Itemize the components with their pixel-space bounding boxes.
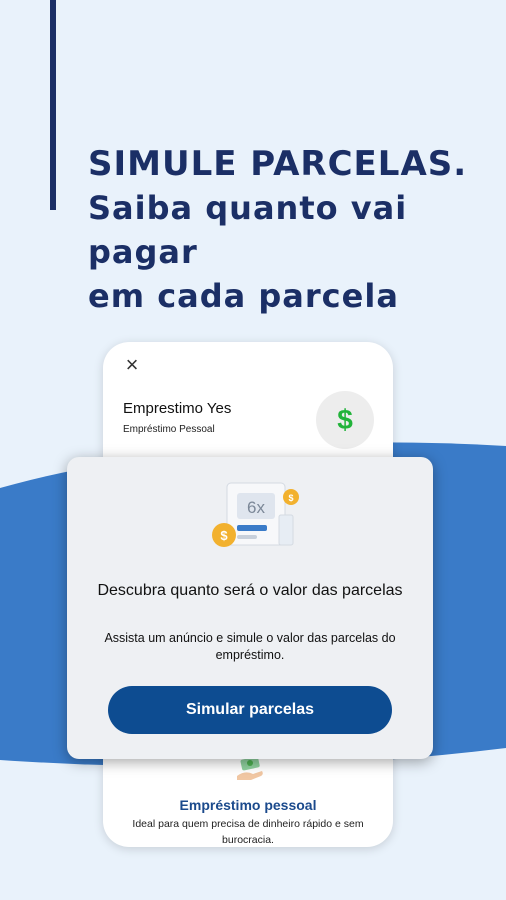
bottom-section-title: Empréstimo pessoal bbox=[179, 797, 317, 813]
money-hand-icon bbox=[237, 756, 263, 780]
modal-title: Descubra quanto será o valor das parcela… bbox=[97, 582, 403, 599]
simulation-modal: 6x $ $ Descubra quanto será o valor das … bbox=[67, 457, 433, 759]
bottom-section-description: Ideal para quem precisa de dinheiro rápi… bbox=[132, 818, 364, 846]
small-coin-dollar-label: $ bbox=[288, 493, 293, 503]
coin-dollar-label: $ bbox=[220, 528, 228, 543]
installments-illustration: 6x $ $ bbox=[212, 482, 299, 547]
loan-subtitle: Empréstimo Pessoal bbox=[123, 424, 215, 435]
dollar-icon: $ bbox=[337, 404, 353, 435]
installments-6x-label: 6x bbox=[247, 498, 265, 517]
modal-description: Assista um anúncio e simule o valor das … bbox=[104, 631, 396, 662]
simulate-installments-button[interactable]: Simular parcelas bbox=[108, 686, 392, 734]
dollar-badge: $ bbox=[316, 391, 374, 449]
loan-title: Emprestimo Yes bbox=[123, 400, 232, 417]
close-icon[interactable]: × bbox=[121, 354, 143, 376]
